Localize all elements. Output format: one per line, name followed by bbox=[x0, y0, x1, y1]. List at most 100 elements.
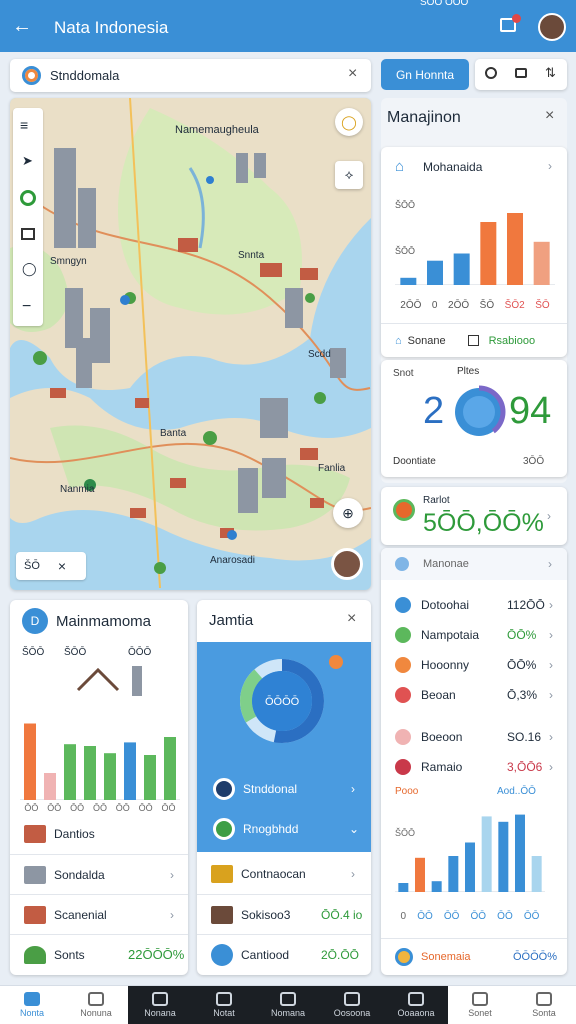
manage-close-icon[interactable]: × bbox=[545, 107, 554, 125]
main-row[interactable]: Sonts 22ŌŌŌ% bbox=[10, 934, 188, 974]
chart-bar bbox=[164, 737, 176, 800]
main-card-icon: D bbox=[22, 608, 48, 634]
close-icon[interactable]: × bbox=[348, 65, 357, 83]
nav-item[interactable]: Nomana bbox=[256, 985, 320, 1024]
app-bar: ŠŌŌ ŌŌŌ ← Nata Indonesia bbox=[0, 0, 576, 52]
chevron-right-icon[interactable]: › bbox=[549, 760, 553, 774]
chevron-down-icon[interactable]: ⌄ bbox=[349, 822, 359, 836]
stats-row[interactable]: Hooonny ŌŌ% › bbox=[381, 650, 567, 680]
chevron-right-icon[interactable]: › bbox=[548, 159, 552, 173]
stats-list-header[interactable]: Manonae › bbox=[381, 548, 567, 580]
chevron-right-icon[interactable]: › bbox=[170, 868, 174, 882]
main-row[interactable]: Scanenial › bbox=[10, 894, 188, 934]
nav-item[interactable]: Sonta bbox=[512, 985, 576, 1024]
stats-row-icon bbox=[395, 657, 411, 673]
minus-icon[interactable]: − bbox=[22, 298, 31, 316]
main-row[interactable]: Sondalda › bbox=[10, 854, 188, 894]
main-row[interactable]: Dantios bbox=[10, 814, 188, 854]
pin-icon[interactable]: ◯ bbox=[22, 261, 37, 277]
main-row-label: Sondalda bbox=[54, 867, 105, 882]
back-arrow-icon[interactable]: ← bbox=[12, 15, 32, 38]
stats-footer[interactable]: Sonemaia ŌŌŌŌ% bbox=[381, 938, 567, 974]
footer-value: ŌŌŌŌ% bbox=[513, 950, 558, 963]
nav-item[interactable]: Nonuna bbox=[64, 985, 128, 1024]
profile-icon bbox=[536, 992, 552, 1006]
stats-row[interactable]: Dotoohai 112ŌŌ › bbox=[381, 590, 567, 620]
chevron-right-icon[interactable]: › bbox=[549, 628, 553, 642]
mid-list-item[interactable]: Stnddonal › bbox=[197, 770, 371, 808]
rate-card[interactable]: Rarlot 5ŌŌ,ŌŌ% › bbox=[381, 487, 567, 545]
filter-icon[interactable]: ⇅ bbox=[545, 65, 556, 81]
map-label-b: Smngyn bbox=[50, 256, 87, 267]
chevron-right-icon[interactable]: › bbox=[351, 782, 355, 796]
nav-item[interactable]: Oosoona bbox=[320, 985, 384, 1024]
map-scale-control[interactable]: ŠŌ × bbox=[16, 552, 86, 580]
mid-list-item[interactable]: Rnogbhdd ⌄ bbox=[197, 810, 371, 848]
chevron-right-icon[interactable]: › bbox=[549, 658, 553, 672]
map-canvas[interactable] bbox=[10, 98, 371, 590]
stats-row[interactable]: Ramaio 3,ŌŌ6 › bbox=[381, 752, 567, 782]
x-tick: ŌŌ bbox=[497, 911, 513, 922]
stats-row-icon bbox=[395, 729, 411, 745]
square-icon[interactable] bbox=[21, 228, 35, 240]
search-input[interactable]: Stnddomala bbox=[50, 68, 119, 83]
chevron-right-icon[interactable]: › bbox=[548, 557, 552, 571]
avatar[interactable] bbox=[538, 13, 566, 41]
chevron-right-icon[interactable]: › bbox=[549, 598, 553, 612]
location-icon[interactable] bbox=[20, 190, 36, 206]
main-x-ticks: ŌŌ ŌŌ ŌŌ ŌŌ ŌŌ ŌŌ ŌŌ bbox=[20, 803, 180, 813]
layers-icon[interactable]: ⟡ bbox=[335, 161, 363, 189]
mid-row[interactable]: Contnaocan › bbox=[197, 854, 371, 894]
nav-item[interactable]: Notat bbox=[192, 985, 256, 1024]
manage-bar-chart bbox=[395, 213, 555, 285]
mid-row-icon bbox=[211, 905, 233, 924]
nav-item-label: Notat bbox=[213, 1008, 235, 1018]
chevron-right-icon[interactable]: › bbox=[549, 688, 553, 702]
tab-rsabiooo[interactable]: Rsabiooo bbox=[489, 335, 535, 347]
mid-row-label: Sokisoo3 bbox=[241, 907, 291, 922]
chevron-right-icon[interactable]: › bbox=[351, 867, 355, 881]
chevron-right-icon[interactable]: › bbox=[170, 908, 174, 922]
chevron-right-icon[interactable]: › bbox=[549, 730, 553, 744]
close-scale-icon[interactable]: × bbox=[58, 558, 66, 574]
compass-icon[interactable]: ◯ bbox=[335, 108, 363, 136]
x-tick: ŌŌ bbox=[138, 803, 153, 813]
pointer-icon[interactable]: ➤ bbox=[22, 153, 33, 169]
search-bar[interactable]: Stnddomala × bbox=[10, 59, 371, 92]
search-icon[interactable] bbox=[485, 67, 497, 79]
main-row-label: Sonts bbox=[54, 947, 85, 962]
chart-bar bbox=[448, 856, 459, 892]
chart-bar bbox=[480, 222, 497, 285]
nav-item[interactable]: Nonana bbox=[128, 985, 192, 1024]
menu-icon[interactable]: ≡ bbox=[20, 117, 28, 133]
stats-row-icon bbox=[395, 627, 411, 643]
stats-row[interactable]: Beoan Ō,3% › bbox=[381, 680, 567, 710]
primary-action-button[interactable]: Gn Honnta bbox=[381, 59, 469, 90]
chart-bar bbox=[144, 755, 156, 800]
main-tick-1: ŠŌŌ bbox=[22, 647, 45, 658]
mid-row[interactable]: Sokisoo3 ŌŌ.4 io bbox=[197, 894, 371, 934]
mid-row[interactable]: Cantiood 2Ō.ŌŌ bbox=[197, 934, 371, 974]
tab-sonane[interactable]: Sonane bbox=[408, 335, 446, 347]
stat-footer-right: 3ŌŌ bbox=[523, 456, 545, 467]
chevron-right-icon[interactable]: › bbox=[547, 509, 551, 523]
map-view[interactable]: Namemaugheula Snnta Smngyn Scdd Fanlia N… bbox=[10, 98, 371, 590]
stats-row[interactable]: Nampotaia ŌŌ% › bbox=[381, 620, 567, 650]
nav-item[interactable]: Sonet bbox=[448, 985, 512, 1024]
mid-blue-panel: ŌŌŌŌ Stnddonal › Rnogbhdd ⌄ bbox=[197, 642, 371, 852]
manage-chart-card: ⌂ Mohanaida › ŠŌŌ ŠŌŌ 2ŌŌ 0 2ŌŌ ŠŌ ŠŌ2 Š… bbox=[381, 147, 567, 357]
stats-header-label: Manonae bbox=[423, 558, 469, 570]
calendar-icon bbox=[344, 992, 360, 1006]
window-icon[interactable] bbox=[515, 68, 527, 78]
chart-bar bbox=[453, 253, 470, 285]
building-icon bbox=[24, 905, 46, 924]
recenter-icon[interactable]: ⊕ bbox=[333, 498, 363, 528]
x-tick: ŌŌ bbox=[417, 911, 433, 922]
nav-item[interactable]: Nonta bbox=[0, 985, 64, 1024]
nav-item[interactable]: Ooaaona bbox=[384, 985, 448, 1024]
mid-close-icon[interactable]: × bbox=[347, 610, 356, 628]
stats-bar-chart bbox=[395, 814, 545, 892]
stats-row[interactable]: Boeoon SO.16 › bbox=[381, 722, 567, 752]
user-location-avatar[interactable] bbox=[331, 548, 363, 580]
map-label-a: Snnta bbox=[238, 250, 265, 261]
